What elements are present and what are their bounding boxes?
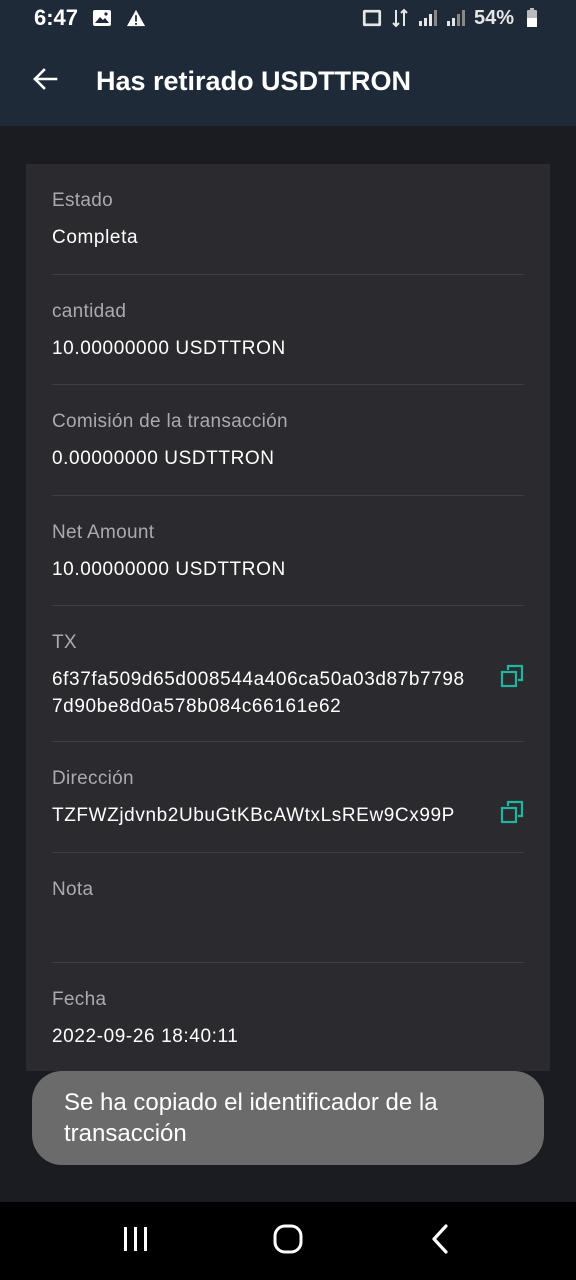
tx-label: TX xyxy=(52,632,77,653)
recent-apps-icon xyxy=(122,1226,150,1257)
signal-icon xyxy=(446,8,466,28)
detail-row-comision: Comisión de la transacción 0.00000000 US… xyxy=(52,385,524,496)
data-arrows-icon xyxy=(390,8,410,28)
copy-tx-button[interactable] xyxy=(500,664,524,693)
copy-icon xyxy=(500,664,524,693)
net-amount-label: Net Amount xyxy=(52,521,155,543)
comision-value: 0.00000000 USDTTRON xyxy=(52,448,275,469)
status-bar: 6:47 54% xyxy=(0,0,576,36)
toast-message: Se ha copiado el identificador de la tra… xyxy=(64,1089,438,1147)
nota-label: Nota xyxy=(52,878,94,900)
page-title: Has retirado USDTTRON xyxy=(96,65,412,96)
detail-row-nota: Nota xyxy=(52,853,524,963)
image-icon xyxy=(92,8,112,28)
back-nav-button[interactable] xyxy=(410,1211,470,1271)
home-button[interactable] xyxy=(258,1211,318,1271)
comision-label: Comisión de la transacción xyxy=(52,411,288,432)
recent-apps-button[interactable] xyxy=(106,1211,166,1271)
net-amount-value: 10.00000000 USDTTRON xyxy=(52,558,286,580)
fecha-value: 2022-09-26 18:40:11 xyxy=(52,1026,239,1047)
estado-value: Completa xyxy=(52,227,139,248)
cantidad-value: 10.00000000 USDTTRON xyxy=(52,337,286,359)
detail-row-tx: TX 6f37fa509d65d008544a406ca50a03d87b779… xyxy=(52,606,524,742)
status-left: 6:47 xyxy=(34,5,146,31)
copy-icon xyxy=(500,800,524,829)
copy-address-button[interactable] xyxy=(500,800,524,829)
estado-label: Estado xyxy=(52,190,113,211)
volte-icon xyxy=(362,8,382,28)
warning-icon xyxy=(126,8,146,28)
detail-row-fecha: Fecha 2022-09-26 18:40:11 xyxy=(52,963,524,1074)
fecha-label: Fecha xyxy=(52,989,107,1010)
cantidad-label: cantidad xyxy=(52,300,127,322)
detail-row-cantidad: cantidad 10.00000000 USDTTRON xyxy=(52,275,524,385)
detail-row-direccion: Dirección TZFWZjdvnb2UbuGtKBcAWtxLsREw9C… xyxy=(52,742,524,853)
tx-value: 6f37fa509d65d008544a406ca50a03d87b77987d… xyxy=(52,669,465,717)
system-navigation-bar xyxy=(0,1202,576,1280)
signal-icon xyxy=(418,8,438,28)
battery-percentage: 54% xyxy=(473,6,514,29)
status-right: 54% xyxy=(362,7,542,30)
direccion-label: Dirección xyxy=(52,768,134,789)
status-time: 6:47 xyxy=(34,5,79,30)
app-bar: Has retirado USDTTRON xyxy=(0,36,576,126)
home-icon xyxy=(272,1223,304,1260)
detail-row-estado: Estado Completa xyxy=(52,164,524,275)
transaction-details-card: Estado Completa cantidad 10.00000000 USD… xyxy=(26,164,550,1071)
chevron-left-icon xyxy=(430,1223,450,1259)
detail-row-net-amount: Net Amount 10.00000000 USDTTRON xyxy=(52,496,524,606)
arrow-back-icon xyxy=(32,67,58,96)
direccion-value: TZFWZjdvnb2UbuGtKBcAWtxLsREw9Cx99P xyxy=(52,805,455,826)
battery-icon xyxy=(522,8,542,28)
back-button[interactable] xyxy=(0,36,90,126)
copied-toast: Se ha copiado el identificador de la tra… xyxy=(32,1071,544,1165)
